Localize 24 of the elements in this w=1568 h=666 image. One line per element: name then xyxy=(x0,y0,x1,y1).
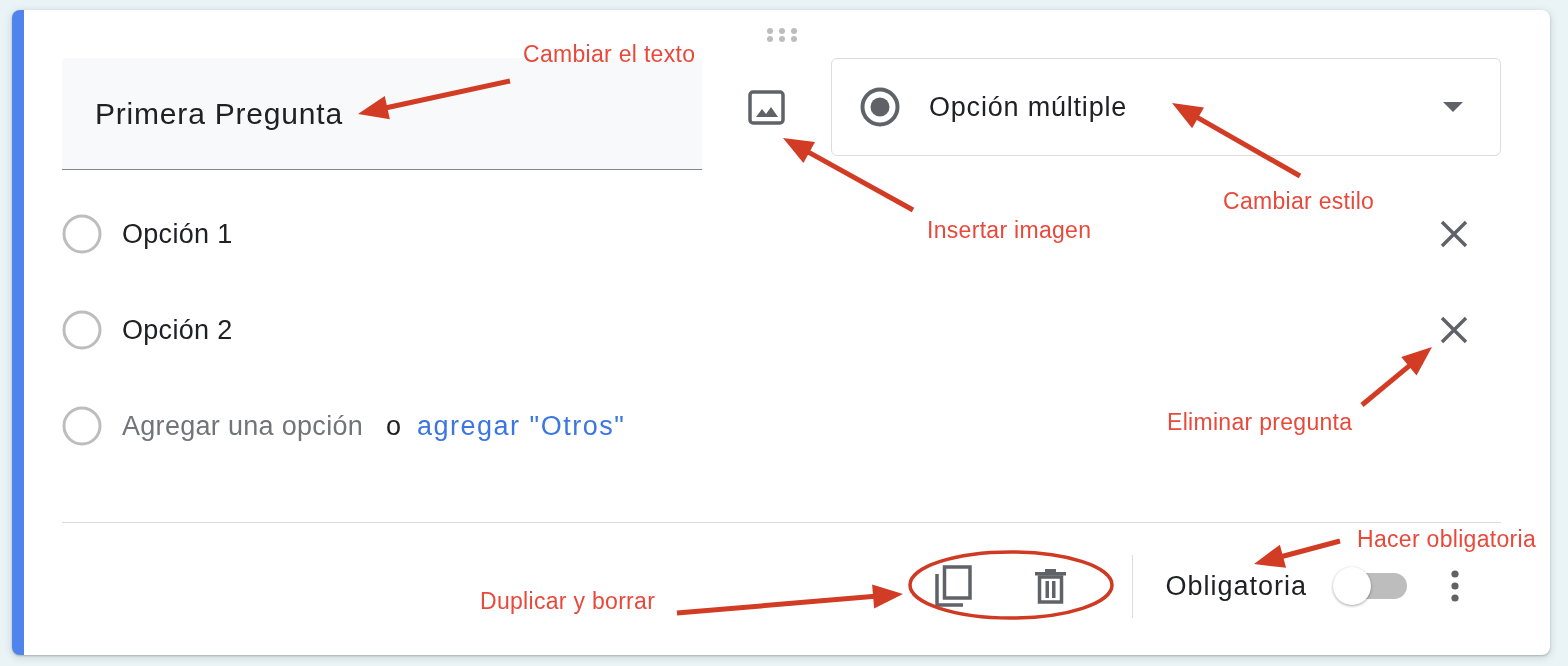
annotation-label: Cambiar estilo xyxy=(1223,187,1375,215)
add-option-field[interactable]: Agregar una opción xyxy=(122,410,374,442)
annotation-label: Insertar imagen xyxy=(927,216,1092,244)
required-toggle[interactable] xyxy=(1333,566,1407,606)
annotation-arrow xyxy=(1360,347,1432,407)
required-label: Obligatoria xyxy=(1165,570,1307,602)
close-icon[interactable] xyxy=(1440,316,1468,344)
radio-icon xyxy=(62,406,102,446)
radio-button-icon xyxy=(860,87,900,127)
option-text: Opción 2 xyxy=(122,314,233,346)
separator-text: o xyxy=(386,410,402,442)
add-other-link[interactable]: agregar "Otros" xyxy=(417,410,626,442)
annotation-label: Duplicar y borrar xyxy=(480,587,656,615)
option-text: Opción 1 xyxy=(122,218,233,250)
copy-icon[interactable] xyxy=(935,565,973,607)
annotation-label: Eliminar pregunta xyxy=(1167,408,1353,436)
trash-icon[interactable] xyxy=(1034,568,1068,604)
drag-handle-icon[interactable] xyxy=(766,28,797,42)
caret-icon xyxy=(1443,102,1463,112)
annotation-label: Hacer obligatoria xyxy=(1357,525,1536,553)
question-type-dropdown[interactable]: Opción múltiple xyxy=(831,58,1501,156)
image-icon[interactable] xyxy=(748,90,785,125)
close-icon[interactable] xyxy=(1440,220,1468,248)
more-icon[interactable] xyxy=(1451,570,1459,602)
